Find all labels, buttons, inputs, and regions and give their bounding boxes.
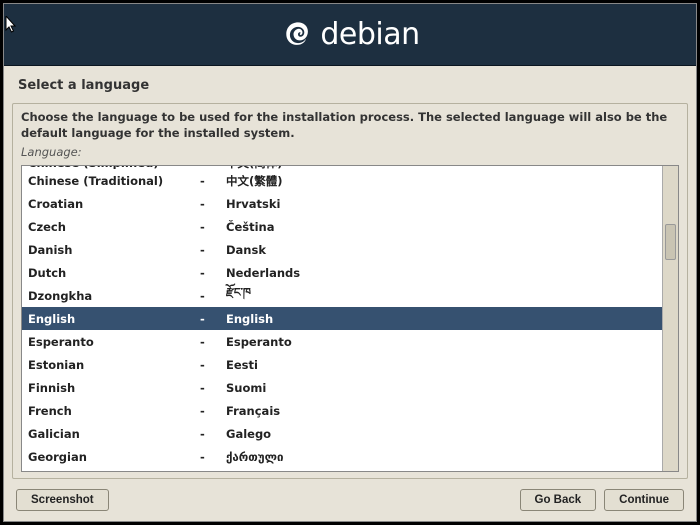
language-name: Croatian [28,197,200,211]
language-native: རྫོང་ཁ [226,279,662,312]
language-row[interactable]: Esperanto-Esperanto [22,330,662,353]
installer-window: debian Select a language Choose the lang… [3,3,697,522]
go-back-button[interactable]: Go Back [520,489,597,511]
language-row[interactable]: Chinese (Simplified)-中文(简体) [22,166,662,169]
separator: - [200,220,226,234]
language-name: Estonian [28,358,200,372]
language-row[interactable]: French-Français [22,399,662,422]
header: debian [4,4,696,66]
language-name: Czech [28,220,200,234]
language-list[interactable]: Chinese (Simplified)-中文(简体)Chinese (Trad… [22,166,662,471]
language-name: Chinese (Simplified) [28,166,200,169]
language-native: ქართული [226,450,662,464]
language-row[interactable]: Czech-Čeština [22,215,662,238]
language-native: Eesti [226,358,662,372]
page-title: Select a language [4,66,696,103]
separator: - [200,289,226,303]
language-native: Čeština [226,220,662,234]
language-native: English [226,312,662,326]
language-native: Hrvatski [226,197,662,211]
language-label: Language: [21,145,679,159]
language-name: Esperanto [28,335,200,349]
separator: - [200,381,226,395]
debian-swirl-icon [280,17,316,53]
language-row[interactable]: Croatian-Hrvatski [22,192,662,215]
language-row[interactable]: German-Deutsch [22,468,662,471]
separator: - [200,450,226,464]
language-name: Georgian [28,450,200,464]
separator: - [200,427,226,441]
language-native: Galego [226,427,662,441]
language-name: Chinese (Traditional) [28,174,200,188]
language-native: 中文(繁體) [226,173,662,189]
language-row[interactable]: Finnish-Suomi [22,376,662,399]
language-row[interactable]: Chinese (Traditional)-中文(繁體) [22,169,662,192]
scrollbar-thumb[interactable] [665,224,676,260]
scrollbar[interactable] [662,166,678,471]
brand-text: debian [320,17,419,52]
language-native: Suomi [226,381,662,395]
logo: debian [280,17,419,53]
language-row[interactable]: Georgian-ქართული [22,445,662,468]
description: Choose the language to be used for the i… [21,110,679,141]
separator: - [200,266,226,280]
language-name: Finnish [28,381,200,395]
separator: - [200,358,226,372]
language-native: 中文(简体) [226,166,662,169]
content-panel: Choose the language to be used for the i… [12,103,688,479]
language-name: Danish [28,243,200,257]
language-native: Esperanto [226,335,662,349]
language-name: English [28,312,200,326]
language-native: Français [226,404,662,418]
screenshot-button[interactable]: Screenshot [16,489,109,511]
language-name: French [28,404,200,418]
language-name: Dutch [28,266,200,280]
separator: - [200,243,226,257]
language-native: Dansk [226,243,662,257]
language-list-container: Chinese (Simplified)-中文(简体)Chinese (Trad… [21,165,679,472]
separator: - [200,404,226,418]
language-row[interactable]: Galician-Galego [22,422,662,445]
language-row[interactable]: Dzongkha-རྫོང་ཁ [22,284,662,307]
language-row[interactable]: Estonian-Eesti [22,353,662,376]
continue-button[interactable]: Continue [604,489,684,511]
separator: - [200,312,226,326]
language-native: Nederlands [226,266,662,280]
separator: - [200,174,226,188]
language-row[interactable]: Danish-Dansk [22,238,662,261]
separator: - [200,335,226,349]
footer: Screenshot Go Back Continue [4,479,696,521]
language-name: Dzongkha [28,289,200,303]
separator: - [200,166,226,169]
separator: - [200,197,226,211]
language-name: Galician [28,427,200,441]
